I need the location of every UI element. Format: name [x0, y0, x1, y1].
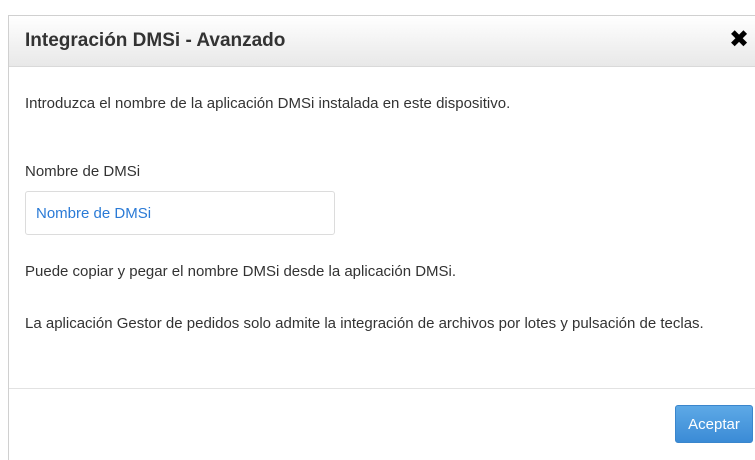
footer-divider — [9, 388, 755, 389]
support-hint-text: La aplicación Gestor de pedidos solo adm… — [25, 315, 704, 332]
copy-hint-text: Puede copiar y pegar el nombre DMSi desd… — [25, 263, 457, 280]
intro-text: Introduzca el nombre de la aplicación DM… — [25, 95, 511, 112]
close-icon[interactable]: ✖ — [727, 26, 751, 54]
accept-button[interactable]: Aceptar — [675, 405, 753, 443]
dmsi-name-input[interactable] — [25, 191, 335, 235]
dmsi-name-label: Nombre de DMSi — [25, 163, 141, 180]
dialog-header: Integración DMSi - Avanzado ✖ — [9, 16, 755, 67]
dialog-title: Integración DMSi - Avanzado — [25, 30, 286, 51]
dmsi-advanced-dialog: Integración DMSi - Avanzado ✖ Introduzca… — [8, 15, 755, 460]
